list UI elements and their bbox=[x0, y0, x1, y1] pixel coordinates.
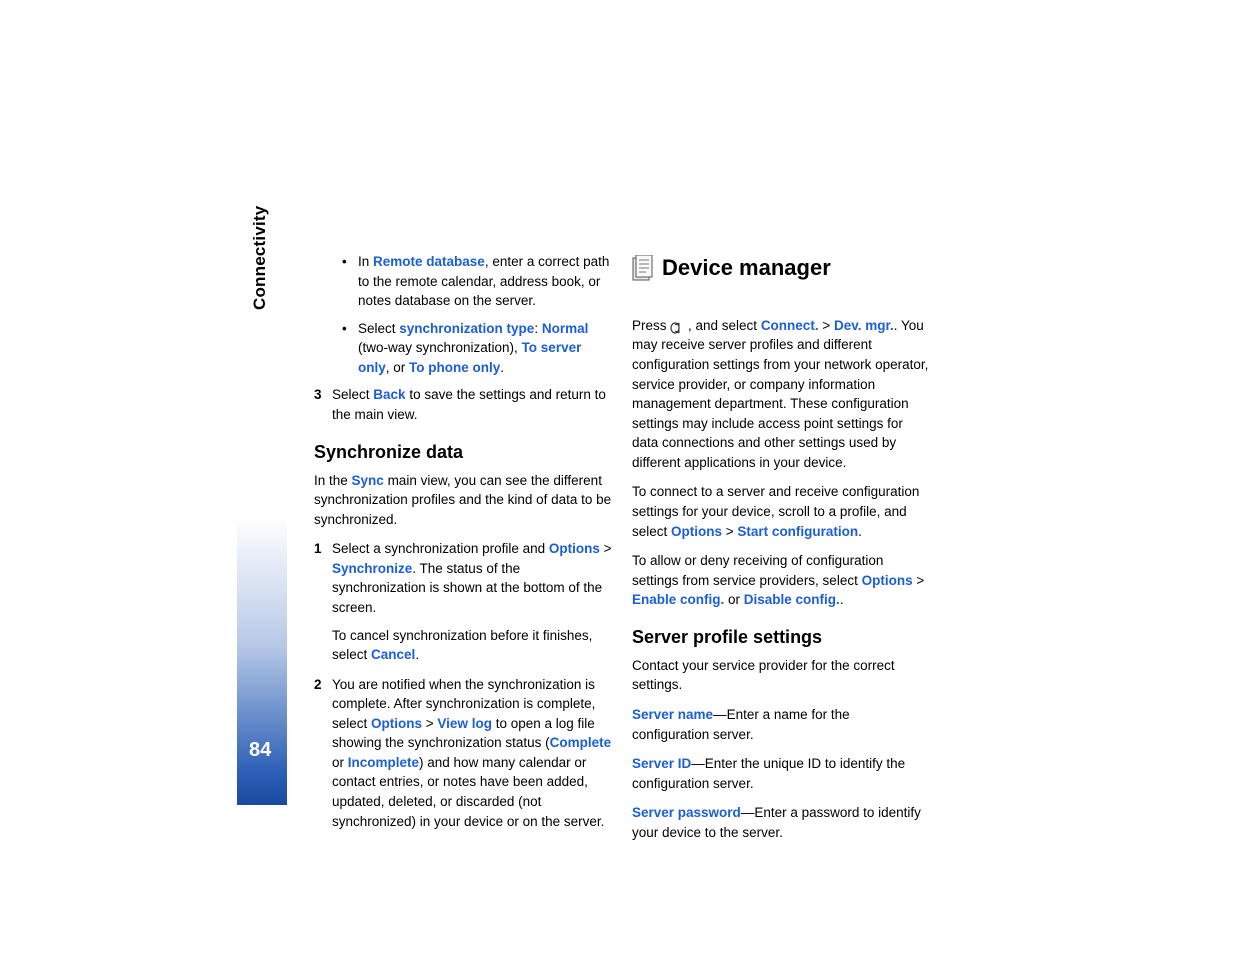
bullet-item: In Remote database, enter a correct path… bbox=[334, 252, 612, 311]
heading-device-manager: Device manager bbox=[662, 252, 831, 284]
link-to-phone-only: To phone only bbox=[409, 360, 500, 375]
step-1: 1 Select a synchronization profile and O… bbox=[314, 539, 612, 664]
left-column: In Remote database, enter a correct path… bbox=[314, 252, 612, 841]
paragraph: Contact your service provider for the co… bbox=[632, 656, 930, 695]
step-2: 2 You are notified when the synchronizat… bbox=[314, 675, 612, 832]
text: , and select bbox=[684, 318, 761, 333]
paragraph: To allow or deny receiving of configurat… bbox=[632, 551, 930, 610]
heading-device-manager-row: Device manager bbox=[632, 252, 930, 298]
text: Select a synchronization profile and bbox=[332, 541, 549, 556]
paragraph: Server password—Enter a password to iden… bbox=[632, 803, 930, 842]
link-incomplete: Incomplete bbox=[348, 755, 419, 770]
link-options: Options bbox=[371, 716, 422, 731]
text: Select bbox=[358, 321, 399, 336]
text: or bbox=[724, 592, 744, 607]
text: . bbox=[415, 647, 419, 662]
link-start-configuration: Start configuration bbox=[737, 524, 858, 539]
bullet-list: In Remote database, enter a correct path… bbox=[334, 252, 612, 377]
paragraph: Server name—Enter a name for the configu… bbox=[632, 705, 930, 744]
paragraph: Server ID—Enter the unique ID to identif… bbox=[632, 754, 930, 793]
link-enable-config: Enable config. bbox=[632, 592, 724, 607]
link-sync-type: synchronization type bbox=[399, 321, 534, 336]
text: : bbox=[534, 321, 542, 336]
text: > bbox=[819, 318, 834, 333]
link-back: Back bbox=[373, 387, 405, 402]
link-synchronize: Synchronize bbox=[332, 561, 412, 576]
link-dev-mgr: Dev. mgr. bbox=[834, 318, 894, 333]
link-connect: Connect. bbox=[761, 318, 819, 333]
section-label: Connectivity bbox=[248, 206, 273, 310]
step-number: 3 bbox=[314, 385, 322, 405]
link-options: Options bbox=[862, 573, 913, 588]
text: Press bbox=[632, 318, 670, 333]
link-options: Options bbox=[549, 541, 600, 556]
link-remote-database: Remote database bbox=[373, 254, 485, 269]
paragraph: Press , and select Connect. > Dev. mgr..… bbox=[632, 316, 930, 473]
link-options: Options bbox=[671, 524, 722, 539]
text: To allow or deny receiving of configurat… bbox=[632, 553, 883, 588]
step-3: 3 Select Back to save the settings and r… bbox=[314, 385, 612, 424]
heading-synchronize-data: Synchronize data bbox=[314, 439, 612, 465]
link-server-id: Server ID bbox=[632, 756, 691, 771]
link-view-log: View log bbox=[437, 716, 492, 731]
paragraph: To connect to a server and receive confi… bbox=[632, 482, 930, 541]
intro-paragraph: In the Sync main view, you can see the d… bbox=[314, 471, 612, 530]
text: , or bbox=[386, 360, 409, 375]
text: Select bbox=[332, 387, 373, 402]
text: > bbox=[913, 573, 925, 588]
step-number: 1 bbox=[314, 539, 322, 559]
link-cancel: Cancel bbox=[371, 647, 415, 662]
text: > bbox=[422, 716, 437, 731]
text: or bbox=[332, 755, 348, 770]
text: . bbox=[500, 360, 504, 375]
link-disable-config: Disable config. bbox=[744, 592, 840, 607]
link-normal: Normal bbox=[542, 321, 589, 336]
text: > bbox=[600, 541, 612, 556]
bullet-item: Select synchronization type: Normal (two… bbox=[334, 319, 612, 378]
heading-server-profile-settings: Server profile settings bbox=[632, 624, 930, 650]
link-server-name: Server name bbox=[632, 707, 713, 722]
link-sync: Sync bbox=[352, 473, 384, 488]
step-number: 2 bbox=[314, 675, 322, 695]
link-server-password: Server password bbox=[632, 805, 741, 820]
text: In bbox=[358, 254, 373, 269]
text: > bbox=[722, 524, 737, 539]
text: . You may receive server profiles and di… bbox=[632, 318, 928, 470]
menu-key-icon bbox=[670, 320, 684, 332]
device-manager-icon bbox=[632, 255, 654, 281]
text: (two-way synchronization), bbox=[358, 340, 522, 355]
text: . bbox=[840, 592, 844, 607]
page-number: 84 bbox=[249, 736, 271, 765]
link-complete: Complete bbox=[550, 735, 612, 750]
text: . bbox=[858, 524, 862, 539]
text: In the bbox=[314, 473, 352, 488]
right-column: Device manager Press , and select Connec… bbox=[632, 252, 930, 852]
